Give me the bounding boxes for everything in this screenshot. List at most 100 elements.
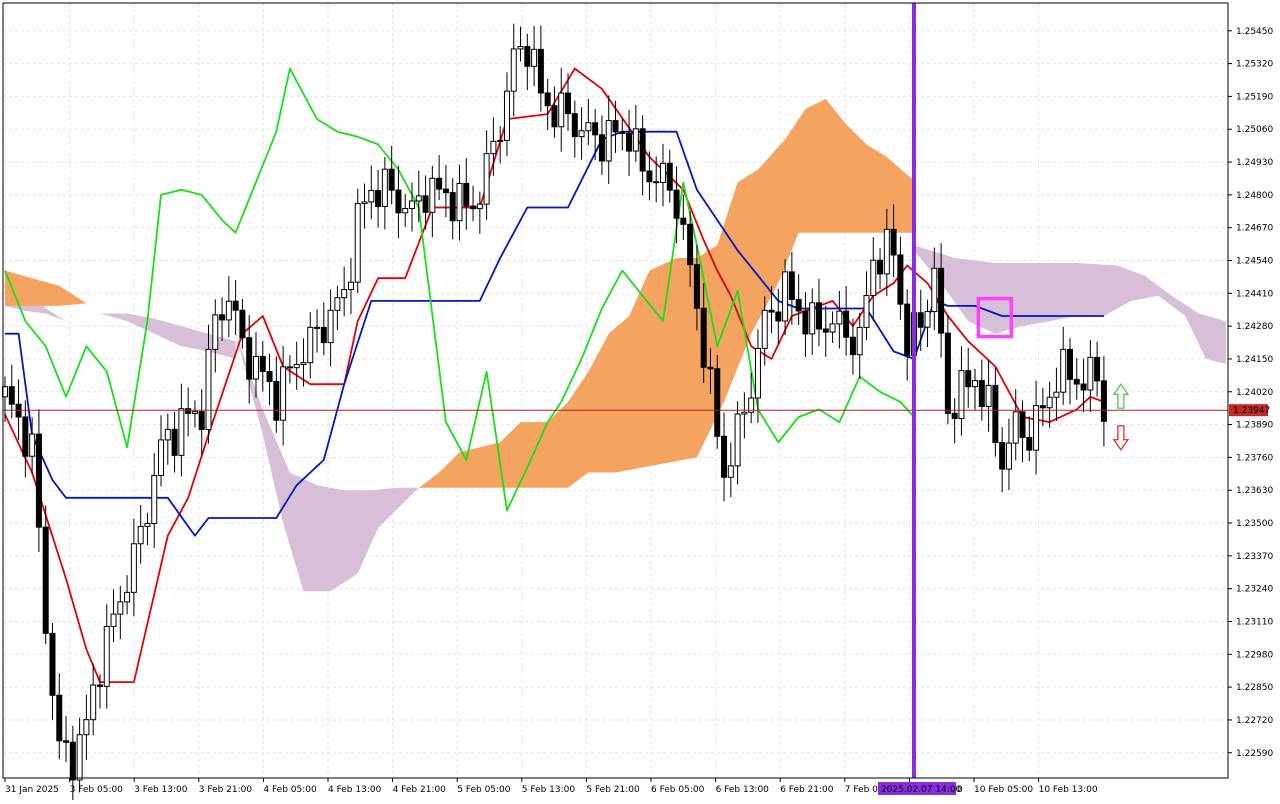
candle: [158, 415, 165, 487]
candle-body-bull: [761, 309, 768, 349]
candle: [117, 585, 124, 640]
candle: [917, 289, 924, 352]
candle-body-bull: [205, 348, 212, 430]
arrow-down-icon: [1112, 425, 1130, 452]
candle: [314, 309, 321, 353]
candle-body-bull: [856, 326, 863, 356]
candle: [232, 280, 239, 336]
candle-body-bull: [456, 182, 463, 222]
candle: [22, 400, 29, 478]
candle: [734, 401, 741, 485]
current-price-label: 1.23947: [1233, 406, 1270, 416]
candle: [191, 400, 198, 428]
candle: [510, 23, 517, 117]
candle: [347, 257, 354, 315]
candle-body-bull: [1012, 411, 1019, 444]
candle-body-bear: [707, 366, 714, 370]
candle: [809, 288, 816, 355]
candle-body-bear: [266, 371, 273, 382]
price-label: 1.23240: [1236, 585, 1273, 595]
candle: [381, 157, 388, 230]
candle-body-bull: [354, 203, 361, 283]
time-label: 5 Feb 21:00: [586, 785, 640, 795]
candle-body-bear: [951, 412, 958, 420]
candle-body-bull: [361, 201, 368, 205]
candle: [1060, 326, 1067, 405]
candle: [341, 266, 348, 317]
candle-body-bear: [904, 303, 911, 356]
price-label: 1.22590: [1236, 749, 1273, 759]
candle-body-bear: [673, 189, 680, 219]
chart-canvas[interactable]: 1.25450 1.25320 1.25190 1.25060 1.24930 1.248…: [0, 0, 1280, 804]
time-label: 7 Feb 0: [845, 785, 878, 795]
candle-body-bear: [992, 384, 999, 444]
candle-body-bear: [1094, 356, 1101, 382]
candle-body-bear: [551, 105, 558, 128]
candle-body-bull: [490, 140, 497, 155]
candle: [870, 237, 877, 321]
candle: [388, 146, 395, 205]
candle: [103, 604, 110, 709]
candle-body-bull: [863, 295, 870, 328]
candle-body-bear: [1039, 405, 1046, 409]
candle-body-bull: [29, 433, 36, 457]
candle-body-bull: [883, 228, 890, 275]
candle-body-bear: [286, 366, 293, 369]
tenkan-line: [4, 67, 1105, 683]
candle: [368, 165, 375, 220]
candle: [944, 314, 951, 425]
candle: [1094, 341, 1101, 397]
candle-body-bear: [63, 740, 70, 743]
candle-body-bear: [185, 408, 192, 414]
candle: [124, 575, 131, 615]
candle: [924, 299, 931, 348]
candle-body-bull: [510, 48, 517, 92]
candle: [334, 285, 341, 331]
candle: [653, 156, 660, 203]
candle-body-bull: [151, 474, 158, 525]
candle-body-bear: [592, 122, 599, 136]
candle: [1033, 380, 1040, 475]
kumo-cloud: [5, 98, 1226, 592]
candle: [354, 188, 361, 294]
candle-body-bear: [822, 328, 829, 333]
candle-body-bull: [402, 208, 409, 214]
candle: [144, 512, 151, 546]
candle-body-bull: [985, 384, 992, 408]
candle: [517, 26, 524, 62]
candle-body-bull: [76, 734, 83, 781]
candle: [1073, 358, 1080, 400]
candle-body-bull: [103, 625, 110, 687]
candle-body-bear: [544, 92, 551, 107]
candle-body-bull: [483, 153, 490, 205]
chart-window[interactable]: 1.25450 1.25320 1.25190 1.25060 1.24930 1.248…: [0, 0, 1280, 804]
price-label: 1.22850: [1236, 683, 1273, 693]
candle-body-bear: [42, 526, 49, 634]
candle-body-bear: [273, 380, 280, 421]
price-label: 1.22980: [1236, 650, 1273, 660]
candle-body-bull: [829, 323, 836, 333]
candle-body-bear: [232, 300, 239, 311]
candle: [212, 299, 219, 373]
candle-body-bull: [110, 613, 117, 627]
price-label: 1.24020: [1236, 388, 1273, 398]
candle-body-bull: [178, 408, 185, 456]
candle-body-bull: [476, 203, 483, 210]
time-label: 3 Feb 13:00: [134, 785, 188, 795]
candle: [972, 368, 979, 410]
candle-body-bear: [877, 259, 884, 275]
candle: [1087, 339, 1094, 413]
candle: [680, 194, 687, 240]
candle-body-bull: [191, 411, 198, 414]
candle: [327, 289, 334, 367]
candle-body-bull: [659, 162, 666, 183]
candle-body-bull: [144, 523, 151, 527]
candle: [802, 292, 809, 357]
time-label: 31 Jan 2025: [5, 785, 59, 795]
candle-body-bull: [225, 300, 232, 321]
candle-body-bull: [578, 130, 585, 138]
candle: [1066, 338, 1073, 405]
candle: [721, 412, 728, 502]
candle: [727, 442, 734, 498]
candle-body-bull: [782, 271, 789, 322]
